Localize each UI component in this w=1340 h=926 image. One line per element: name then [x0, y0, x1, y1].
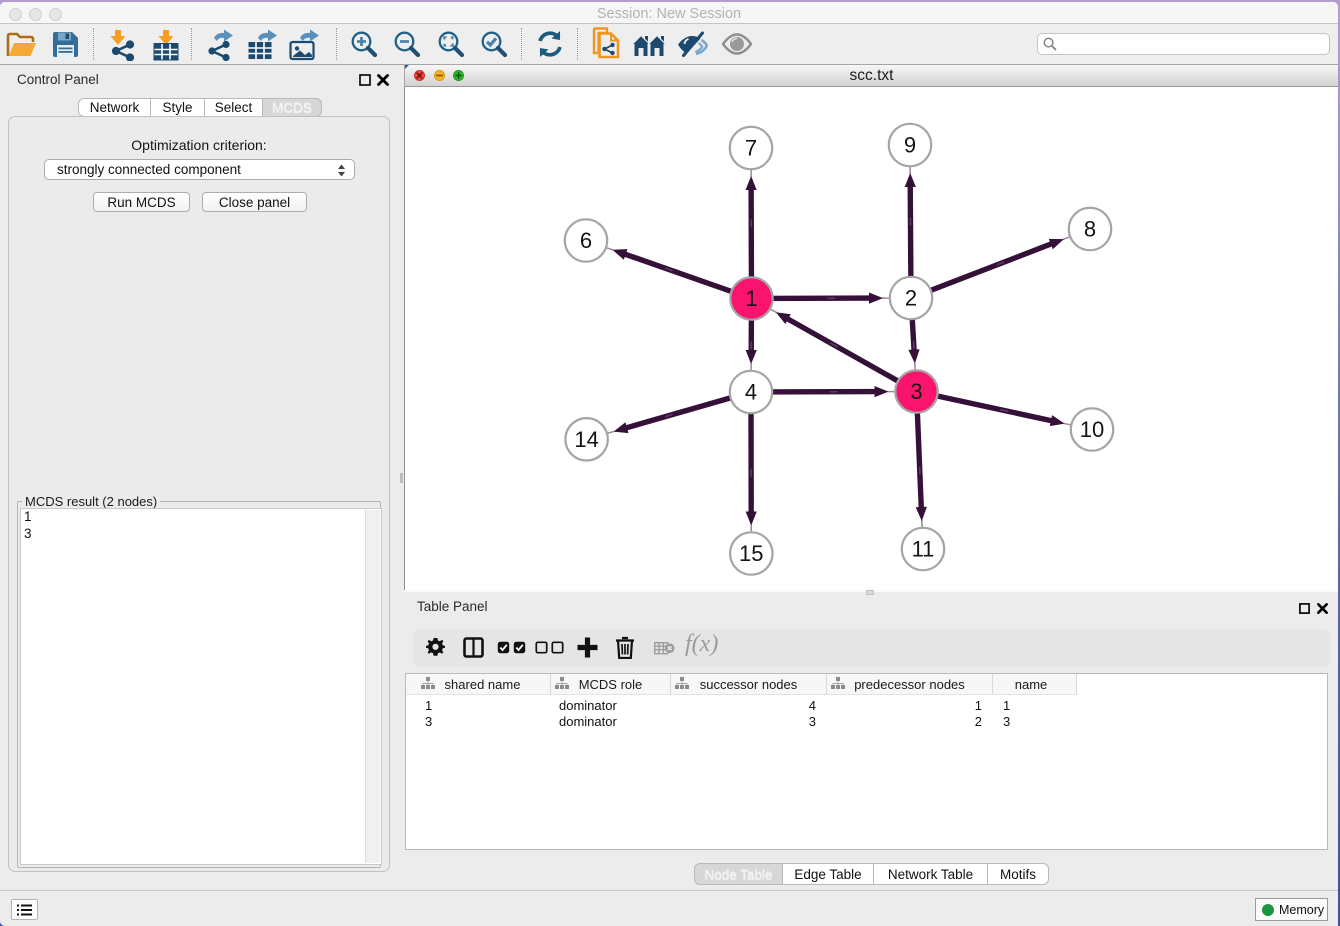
svg-text:7: 7: [745, 136, 757, 161]
svg-text:14: 14: [574, 427, 598, 452]
svg-text:2: 2: [905, 286, 917, 311]
svg-text:10: 10: [1080, 417, 1104, 442]
svg-text:6: 6: [580, 228, 592, 253]
svg-text:3: 3: [910, 379, 922, 404]
svg-text:11: 11: [912, 537, 935, 562]
svg-text:15: 15: [739, 541, 763, 566]
svg-text:4: 4: [745, 380, 757, 405]
svg-text:1: 1: [745, 286, 757, 311]
svg-text:8: 8: [1084, 217, 1096, 242]
svg-text:9: 9: [904, 133, 916, 158]
